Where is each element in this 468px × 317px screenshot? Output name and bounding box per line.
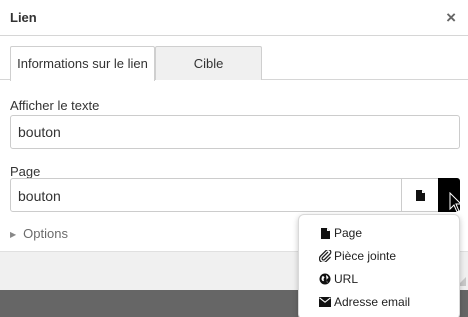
file-icon [320, 227, 330, 239]
browse-page-button[interactable] [401, 179, 439, 211]
display-text-input[interactable] [10, 115, 460, 149]
menu-item-url[interactable]: URL [299, 268, 459, 290]
menu-item-label: Adresse email [334, 295, 411, 309]
close-icon[interactable]: × [446, 9, 456, 26]
menu-item-attachment[interactable]: Pièce jointe [299, 245, 459, 267]
menu-item-label: Page [334, 226, 363, 240]
menu-item-label: Pièce jointe [334, 249, 397, 263]
tab-link-info[interactable]: Informations sur le lien [10, 46, 155, 81]
menu-item-page[interactable]: Page [299, 222, 459, 244]
page-combo[interactable]: bouton [10, 178, 460, 212]
mouse-cursor-icon [449, 192, 463, 213]
page-label: Page [10, 164, 41, 179]
tab-target[interactable]: Cible [155, 46, 262, 80]
page-input-value[interactable]: bouton [18, 188, 61, 204]
dialog-title: Lien [10, 10, 37, 25]
envelope-icon [319, 297, 331, 307]
tab-bar: Informations sur le lien Cible [10, 46, 458, 81]
display-text-label: Afficher le texte [10, 98, 100, 113]
triangle-right-icon: ▶ [10, 230, 17, 239]
menu-item-email[interactable]: Adresse email [299, 291, 459, 313]
options-toggle[interactable]: ▶ Options [10, 226, 68, 241]
dialog-title-bar: Lien × [0, 0, 468, 36]
globe-icon [319, 273, 331, 285]
link-type-menu: Page Pièce jointe URL Adresse email [298, 214, 460, 317]
menu-item-label: URL [334, 272, 359, 286]
options-label: Options [23, 226, 68, 241]
paperclip-icon [318, 250, 331, 262]
file-icon [416, 189, 425, 201]
